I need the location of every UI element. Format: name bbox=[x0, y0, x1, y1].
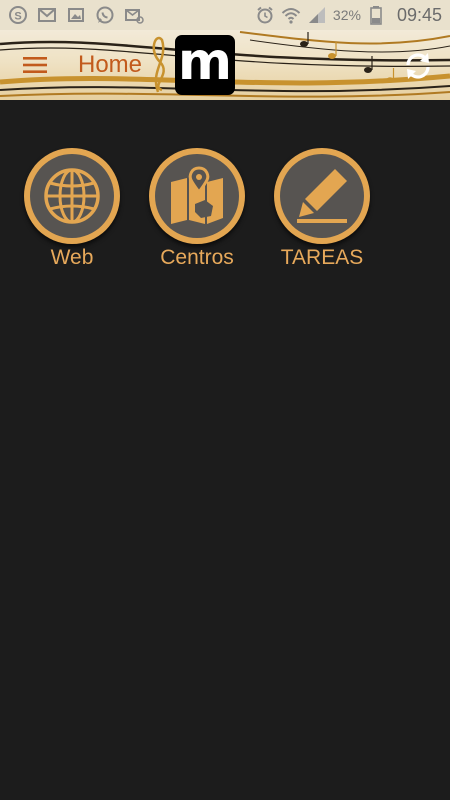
skype-icon: S bbox=[8, 5, 28, 25]
battery-percent: 32% bbox=[332, 7, 361, 23]
whatsapp-icon bbox=[95, 5, 115, 25]
tile-centros-label: Centros bbox=[160, 246, 234, 269]
tile-tareas[interactable]: TAREAS bbox=[265, 148, 375, 278]
image-icon bbox=[66, 5, 86, 25]
wifi-icon bbox=[281, 5, 301, 25]
menu-button[interactable] bbox=[18, 50, 52, 80]
refresh-icon bbox=[406, 53, 430, 79]
tile-tareas-label: TAREAS bbox=[280, 246, 364, 269]
tile-web-label: Web bbox=[50, 246, 94, 269]
status-bar: S 32% 09:45 bbox=[0, 0, 450, 30]
logo-letter: m bbox=[177, 32, 233, 92]
email-icon bbox=[124, 5, 144, 25]
signal-icon bbox=[307, 5, 327, 25]
app-bar: Home m bbox=[0, 30, 450, 100]
map-icon bbox=[171, 166, 223, 224]
pencil-icon bbox=[297, 169, 347, 223]
home-tiles: Web Centros TAREAS bbox=[0, 148, 450, 288]
tile-centros[interactable]: Centros bbox=[140, 148, 250, 278]
tile-centros-circle bbox=[149, 148, 245, 244]
clock: 09:45 bbox=[396, 4, 442, 25]
alarm-icon bbox=[255, 5, 275, 25]
menu-icon bbox=[23, 57, 47, 73]
system-icons: 32% 09:45 bbox=[255, 5, 442, 26]
page-title: Home bbox=[78, 51, 143, 78]
tile-tareas-circle bbox=[274, 148, 370, 244]
battery-icon bbox=[367, 5, 387, 25]
svg-text:S: S bbox=[14, 11, 21, 23]
tile-web-circle bbox=[24, 148, 120, 244]
refresh-button[interactable] bbox=[402, 50, 434, 82]
notification-icons: S bbox=[8, 5, 144, 25]
gmail-icon bbox=[37, 5, 57, 25]
app-logo: m bbox=[175, 35, 235, 95]
globe-icon bbox=[44, 168, 100, 224]
tile-web[interactable]: Web bbox=[15, 148, 125, 278]
